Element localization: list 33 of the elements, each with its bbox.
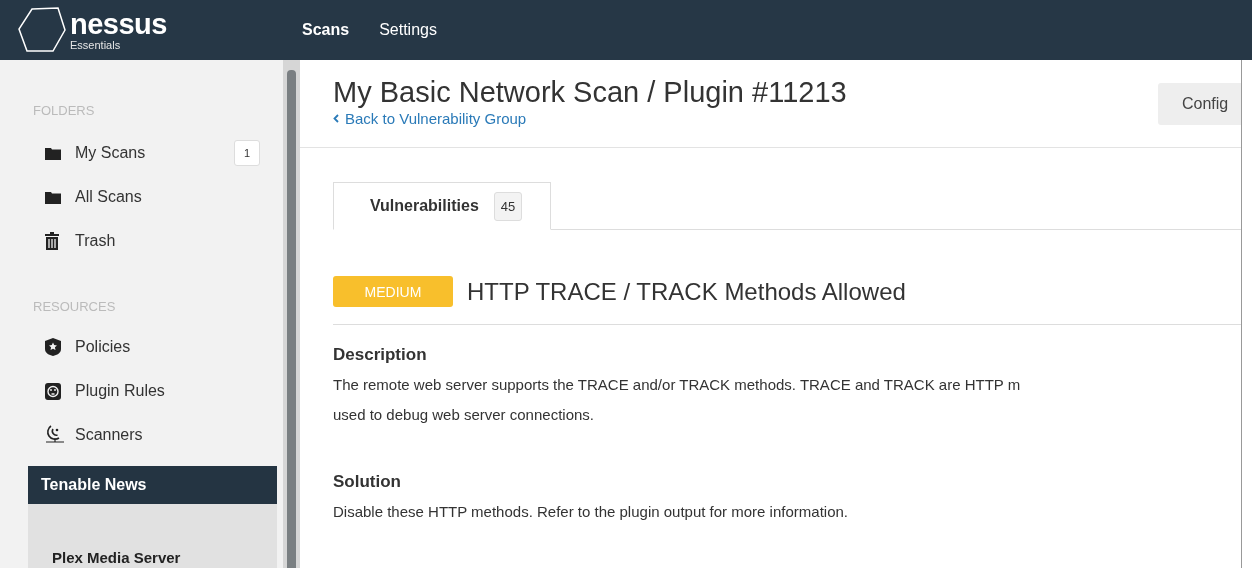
config-button[interactable]: Config [1158,83,1241,125]
news-title: Tenable News [28,466,277,504]
logo-subtitle: Essentials [70,39,122,51]
shield-icon [45,338,61,356]
folder-icon [45,146,61,160]
back-link[interactable]: Back to Vulnerability Group [333,110,527,127]
sidebar-item[interactable]: Scanners [75,426,143,444]
count-badge: 45 [493,191,523,221]
section-heading: Description [333,345,428,365]
tab[interactable]: Vulnerabilities 45 [333,182,552,230]
sidebar-item[interactable]: All Scans [75,188,142,206]
trash-icon [45,232,59,250]
section-heading: Solution [333,472,402,492]
count-badge: 1 [234,140,260,166]
severity-badge: MEDIUM [333,276,453,307]
folder-icon [45,190,61,204]
chevron-left-icon [333,114,339,123]
section-text: Disable these HTTP methods. Refer to the plugin output for more information. [333,502,849,522]
logo-name: nessus [70,9,167,39]
scrollbar[interactable] [283,60,300,568]
sidebar-item[interactable]: Plugin Rules [75,382,165,400]
section-text: The remote web server supports the TRACE and/or TRACK methods. TRACE and TRACK are HTTP m [333,375,1022,395]
hexagon-icon [18,7,66,53]
section-text: used to debug web server connections. [333,405,595,425]
vulnerability-title: HTTP TRACE / TRACK Methods Allowed [467,277,906,306]
radar-icon [45,424,65,446]
nav-tab[interactable]: Scans [302,17,350,43]
page-title: My Basic Network Scan / Plugin #11213 [333,76,848,108]
nav-tab[interactable]: Settings [379,17,437,43]
sidebar-item[interactable]: My Scans [75,144,146,162]
news-headline[interactable]: Plex Media Server [52,549,181,568]
sidebar-item[interactable]: Policies [75,338,131,356]
sidebar-item[interactable]: Trash [75,232,116,250]
